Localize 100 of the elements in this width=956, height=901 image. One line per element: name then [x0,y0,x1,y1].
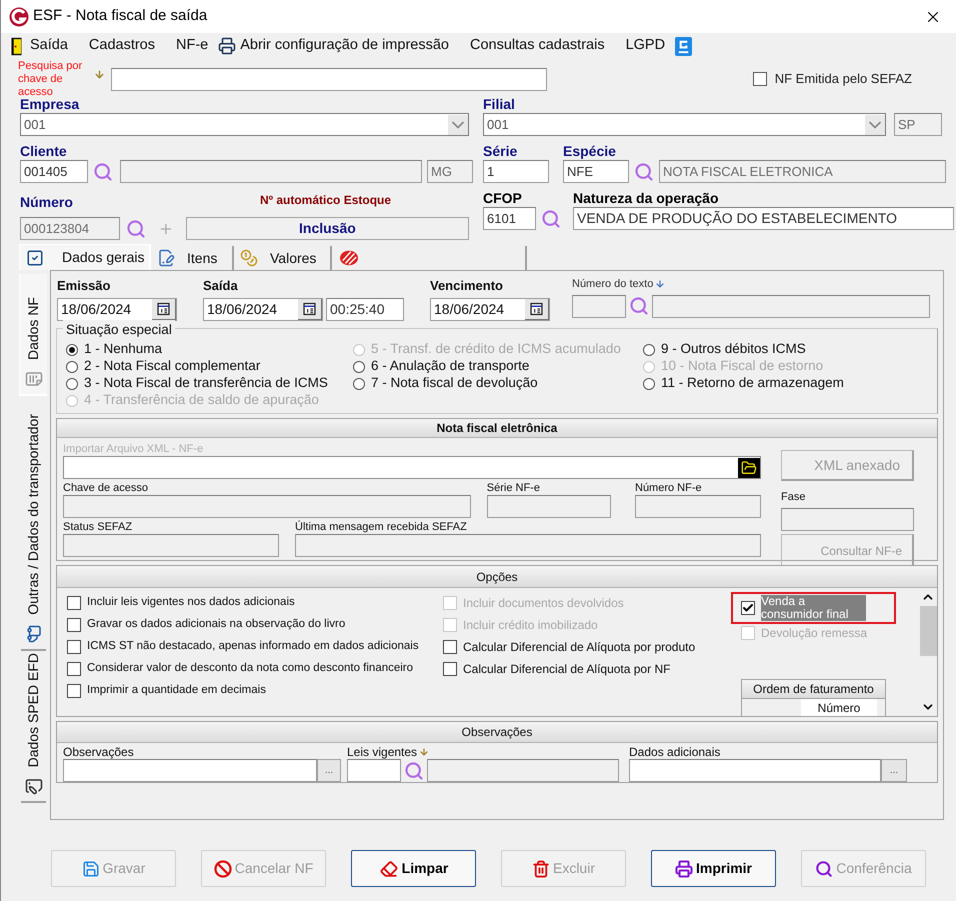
prohibited-icon [214,860,232,878]
app-logo [9,6,29,26]
text-field[interactable]: 000123804 [20,217,120,240]
menu-item[interactable]: Saída [30,35,68,57]
field-label: Saída [203,277,239,295]
calendar-icon[interactable] [152,298,176,320]
action-button[interactable]: Limpar [351,850,476,887]
action-button[interactable]: Imprimir [651,850,776,887]
radio-option[interactable]: 2 - Nota Fiscal complementar [66,358,353,375]
side-tab[interactable]: Dados NF [19,274,47,396]
floppy-icon [82,860,100,878]
radio-option[interactable]: 11 - Retorno de armazenagem [643,375,844,392]
side-tab[interactable]: Outras / Dados do transportador [21,396,46,651]
menu-item[interactable]: Consultas cadastrais [470,35,605,57]
radio-option[interactable]: 7 - Nota fiscal de devolução [353,375,643,392]
radio-button[interactable] [66,378,78,390]
text-field[interactable] [427,759,619,782]
text-field[interactable] [63,534,279,557]
search-icon[interactable] [634,162,654,182]
text-field[interactable] [635,495,761,518]
text-field[interactable] [295,534,761,557]
search-icon [815,860,834,878]
field-label: Natureza da operação [573,191,720,205]
text-field[interactable]: 6101 [483,207,536,230]
calendar-icon[interactable] [525,298,549,320]
radio-button[interactable] [643,378,655,390]
field-label: Nº automático Estoque [260,192,392,209]
more-button[interactable]: ... [881,759,907,782]
field-label: Pesquisa por chave de acesso [18,60,84,98]
section-header: Nota fiscal eletrônica [57,419,937,438]
radio-button[interactable] [66,360,78,372]
text-field[interactable]: 1 [483,160,549,183]
table-title: Ordem de faturamento [753,681,874,698]
radio-button[interactable] [353,360,365,372]
coins-icon [240,249,258,267]
date-field[interactable]: 18/06/2024 [203,298,323,320]
radio-option[interactable]: 1 - Nenhuma [66,341,353,358]
search-icon[interactable] [126,218,146,238]
field-label: Número do texto [572,277,654,292]
checkbox-option[interactable]: ICMS ST não destacado, apenas informado em dados adicionais [57,636,433,658]
checkbox[interactable]: NF Emitida pelo SEFAZ [752,69,912,89]
date-field[interactable]: 18/06/2024 [430,298,550,320]
field-label: Número NF-e [635,481,703,495]
checkbox-option[interactable]: Incluir leis vigentes nos dados adicionais [57,592,433,614]
menu-item[interactable]: NF-e [176,35,208,57]
text-field[interactable] [781,508,914,531]
text-field[interactable]: NFE [563,160,629,183]
radio-button[interactable] [353,378,365,390]
more-button[interactable]: ... [317,759,341,782]
calendar-icon[interactable] [298,298,322,320]
dropdown[interactable]: 001 [483,113,886,136]
field-label: Espécie [563,144,617,158]
search-icon[interactable] [93,162,113,182]
field-label: Filial [483,97,516,111]
text-field[interactable]: SP [894,113,942,136]
text-field[interactable] [629,759,881,782]
text-field[interactable] [347,759,401,782]
checkbox-option[interactable]: Venda a consumidor final [731,592,896,624]
text-field[interactable] [63,759,317,782]
trash-icon [532,860,550,878]
radio-option[interactable]: 6 - Anulação de transporte [353,358,643,375]
search-icon[interactable] [629,296,649,316]
radio-option[interactable]: 3 - Nota Fiscal de transferência de ICMS [66,375,353,392]
dropdown[interactable]: 001 [20,113,469,136]
search-field[interactable] [111,68,547,90]
radio-button[interactable] [66,344,78,356]
radio-option[interactable]: 9 - Outros débitos ICMS [643,341,844,358]
text-field[interactable] [120,160,422,183]
logo-icon[interactable] [675,36,692,56]
text-field[interactable]: NOTA FISCAL ELETRONICA [659,160,946,183]
tab[interactable]: Dados gerais [19,244,151,270]
side-tab[interactable]: Dados SPED EFD [21,651,46,803]
search-icon[interactable] [541,208,561,228]
field-label: Importar Arquivo XML - NF-e [63,442,204,456]
text-field[interactable]: 001405 [20,160,88,183]
radio-button[interactable] [643,344,655,356]
arrow-down-icon [419,747,430,757]
checkbox-option[interactable]: Considerar valor de desconto da nota como desconto financeiro [57,658,433,680]
field-label: Série [483,144,518,158]
field-label: CFOP [483,191,523,205]
checkbox-option[interactable]: Gravar os dados adicionais na observação do livro [57,614,433,636]
checkbox-option[interactable]: Imprimir a quantidade em decimais [57,680,433,702]
menu-item[interactable]: Abrir configuração de impressão [240,35,449,57]
text-field[interactable]: VENDA DE PRODUÇÃO DO ESTABELECIMENTO [573,207,954,230]
text-field[interactable] [572,294,626,318]
text-field[interactable] [652,294,930,318]
text-field[interactable] [486,495,611,518]
eraser-icon [378,860,399,878]
text-field[interactable]: MG [427,160,473,183]
checkbox-option[interactable]: Calcular Diferencial de Alíquota por produto [433,636,733,658]
file-field[interactable] [63,456,761,479]
date-field[interactable]: 18/06/2024 [57,298,177,320]
checkbox-option[interactable]: Calcular Diferencial de Alíquota por NF [433,658,733,680]
menu-item[interactable]: Cadastros [88,35,155,57]
text-field[interactable] [63,495,471,518]
field-label: Série NF-e [486,481,541,495]
folder-icon[interactable] [738,458,760,478]
menu-item[interactable]: LGPD [626,35,666,57]
text-field[interactable]: 00:25:40 [326,298,404,320]
search-icon[interactable] [404,760,424,780]
